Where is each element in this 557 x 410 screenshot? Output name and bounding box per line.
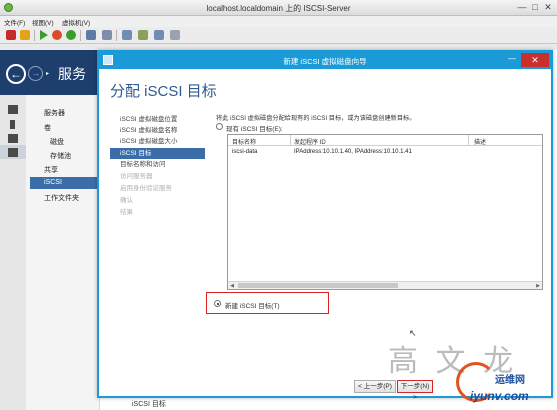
console-icon[interactable] [86,30,96,40]
scroll-right-icon[interactable]: ▶ [534,282,542,290]
scrollbar-thumb[interactable] [238,283,398,288]
minimize-button[interactable]: — [517,3,527,12]
document-icon[interactable] [122,30,132,40]
column-description[interactable]: 描述 [474,137,486,146]
nav-item-storage-pools[interactable]: 存储池 [50,151,71,161]
step-enable-auth: 启用身份验证服务 [120,185,172,192]
close-button[interactable]: ✕ [543,3,553,12]
wizard-heading: 分配 iSCSI 目标 [110,83,217,100]
dashboard-icon[interactable] [8,105,18,114]
all-servers-icon[interactable] [8,134,18,143]
step-iscsi-target[interactable]: iSCSI 目标 [110,148,205,159]
iscsi-target-hint: iSCSI 目标 [132,401,166,408]
step-disk-name[interactable]: iSCSI 虚拟磁盘名称 [110,125,205,136]
vm-menubar: 文件(F) 视图(V) 虚拟机(V) [0,16,557,27]
step-disk-size[interactable]: iSCSI 虚拟磁盘大小 [110,136,205,147]
wizard-close-button[interactable]: ✕ [521,53,549,67]
column-target-name[interactable]: 目标名称 [232,137,256,146]
wizard-titlebar: 新建 iSCSI 虚拟磁盘向导 — ✕ [99,52,551,69]
column-divider [290,135,291,146]
column-divider [468,135,469,146]
step-confirmation: 确认 [120,197,133,204]
nav-item-disks[interactable]: 磁盘 [50,137,64,147]
menu-view[interactable]: 视图(V) [32,17,54,27]
targets-table: 目标名称 发起程序 ID 描述 iscsi-data IPAddress:10.… [227,134,543,290]
local-server-icon[interactable] [10,120,15,129]
vm-window-title: localhost.localdomain 上的 ISCSI-Server [206,4,351,13]
menu-vm[interactable]: 虚拟机(V) [62,17,90,27]
scroll-left-icon[interactable]: ◀ [228,282,236,290]
step-results: 结果 [120,209,133,216]
new-target-label: 新建 iSCSI 目标(T) [225,303,280,310]
existing-target-label: 现有 iSCSI 目标(E): [226,126,283,133]
play-icon[interactable] [40,30,48,40]
step-disk-location[interactable]: iSCSI 虚拟磁盘位置 [110,114,205,125]
wizard-minimize-button[interactable]: — [505,53,519,67]
server-manager-nav: 服务器 卷 磁盘 存储池 共享 iSCSI 工作文件夹 [0,95,100,410]
row-target-name: iscsi-data [232,149,258,155]
back-arrow-icon[interactable]: ← [6,64,26,84]
snapshot-icon[interactable] [138,30,148,40]
new-target-radio[interactable] [214,300,221,307]
clipboard-icon[interactable] [102,30,112,40]
refresh-icon[interactable] [66,30,76,40]
reset-icon[interactable] [52,30,62,40]
toolbar-separator [34,30,35,41]
toolbar-separator [80,30,81,41]
nav-item-work-folders[interactable]: 工作文件夹 [44,193,79,203]
vm-toolbar [0,27,557,44]
step-access-servers: 访问服务器 [120,173,153,180]
next-button[interactable]: 下一步(N) > [397,380,433,401]
toolbar-separator [116,30,117,41]
row-initiator-id: IPAddress:10.10.1.40, IPAddress:10.10.1.… [294,149,412,155]
nav-item-iscsi[interactable]: iSCSI [44,179,62,186]
maximize-button[interactable]: □ [530,3,540,12]
column-initiator-id[interactable]: 发起程序 ID [294,137,326,146]
wizard-description: 将此 iSCSI 虚拟磁盘分配给现有的 iSCSI 目标，或为该磁盘创建新目标。 [216,115,416,122]
nav-item-shares[interactable]: 共享 [44,165,58,175]
server-manager-title: 服务 [58,66,86,82]
vm-titlebar: localhost.localdomain 上的 ISCSI-Server — … [0,0,557,16]
watermark-site-url: iyunv.com [470,389,529,403]
settings-icon[interactable] [154,30,164,40]
file-storage-icon[interactable] [8,148,18,157]
existing-target-radio[interactable] [216,123,223,130]
pause-icon[interactable] [20,30,30,40]
fullscreen-icon[interactable] [170,30,180,40]
nav-item-volumes[interactable]: 卷 [44,123,51,133]
targets-table-header: 目标名称 发起程序 ID 描述 [228,135,542,146]
prev-button[interactable]: < 上一步(P) [354,380,396,393]
step-target-name-access[interactable]: 目标名称和访问 [110,159,205,170]
chevron-icon: ▸ [46,71,50,77]
stop-icon[interactable] [6,30,16,40]
nav-rail [0,95,26,410]
menu-file[interactable]: 文件(F) [4,17,25,27]
forward-arrow-icon[interactable]: → [28,66,43,81]
server-manager-header: ← → ▸ 服务 [0,50,100,95]
watermark-site-name: 运维网 [495,375,525,386]
wizard-title: 新建 iSCSI 虚拟磁盘向导 [283,57,367,66]
horizontal-scrollbar[interactable]: ◀ ▶ [228,281,542,289]
nav-item-servers[interactable]: 服务器 [44,108,65,118]
nav-selected-background [30,177,100,189]
